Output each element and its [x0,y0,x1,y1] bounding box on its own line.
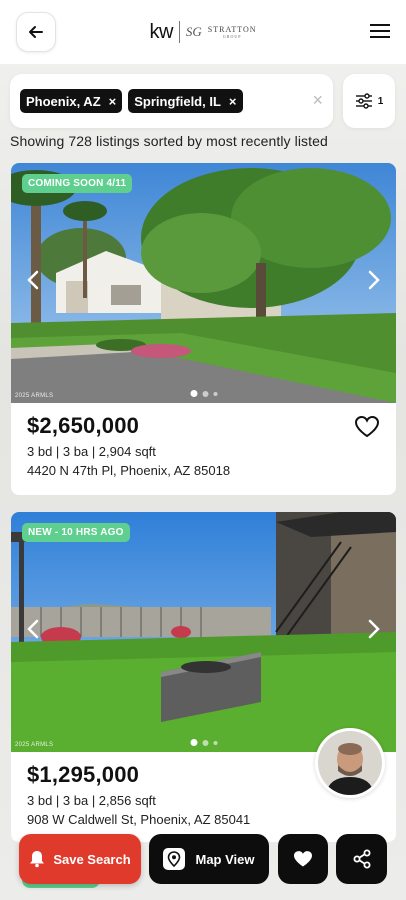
location-chip[interactable]: Springfield, IL × [128,89,243,113]
app-header: kw SG STRATTON GROUP [0,0,406,64]
hamburger-menu-icon [370,24,390,38]
clear-search-icon[interactable]: × [312,90,323,111]
favorites-button[interactable] [278,834,328,884]
listing-details: $2,650,000 3 bd | 3 ba | 2,904 sqft 4420… [11,403,396,488]
logo-kw: kw [149,20,173,43]
share-icon [353,849,370,869]
chevron-right-icon[interactable] [364,270,384,296]
save-search-button[interactable]: Save Search [19,834,141,884]
photo-watermark: 2025 ARMLS [15,742,54,748]
listing-photo[interactable]: NEW - 10 HRS AGO 2025 ARMLS [11,512,396,752]
logo-group: GROUP [222,33,242,39]
house-photo-image [11,512,396,752]
map-pin-icon [163,848,186,870]
house-photo-image [11,163,396,403]
agent-avatar[interactable] [315,728,385,798]
results-summary: Showing 728 listings sorted by most rece… [10,133,328,149]
brand-logo: kw SG STRATTON GROUP [149,21,256,44]
filter-sliders-icon [355,93,372,109]
pagination-dot [213,740,217,745]
chip-remove-icon[interactable]: × [229,94,237,109]
favorite-button[interactable] [354,415,380,444]
pagination-dot [190,390,197,397]
chip-label: Springfield, IL [134,93,221,109]
map-view-label: Map View [195,851,255,867]
photo-watermark: 2025 ARMLS [15,393,54,399]
logo-wordmark: STRATTON GROUP [207,24,257,39]
pagination-dot [190,739,197,746]
map-view-button[interactable]: Map View [149,834,269,884]
listing-specs: 3 bd | 3 ba | 2,904 sqft [27,444,156,459]
share-button[interactable] [336,834,387,884]
agent-photo-image [318,731,382,795]
chevron-left-icon[interactable] [23,270,43,296]
filter-button[interactable]: 1 [343,74,395,128]
logo-stratton: STRATTON [207,24,257,34]
menu-button[interactable] [368,20,392,42]
listing-status-badge: NEW - 10 HRS AGO [22,523,130,542]
listing-address: 908 W Caldwell St, Phoenix, AZ 85041 [27,812,251,827]
save-search-label: Save Search [53,851,131,867]
bell-icon [30,851,45,868]
photo-pagination-dots [190,390,217,397]
listing-price: $2,650,000 [27,413,140,438]
location-chip[interactable]: Phoenix, AZ × [20,89,123,113]
bottom-action-bar: Save Search Map View [0,830,406,900]
heart-filled-icon [294,851,312,867]
listing-address: 4420 N 47th Pl, Phoenix, AZ 85018 [27,463,231,478]
chip-label: Phoenix, AZ [26,93,101,109]
heart-outline-icon [354,415,380,438]
logo-divider [178,21,180,43]
back-arrow-icon [29,26,43,38]
listing-photo[interactable]: COMING SOON 4/11 2025 ARMLS [11,163,396,403]
photo-pagination-dots [190,739,217,746]
listing-status-badge: COMING SOON 4/11 [22,174,133,193]
filter-count-badge: 1 [377,95,384,107]
listing-card[interactable]: COMING SOON 4/11 2025 ARMLS $2,650,000 3… [11,163,396,495]
pagination-dot [202,390,208,397]
chip-remove-icon[interactable]: × [109,94,117,109]
pagination-dot [202,739,208,746]
logo-sg: SG [185,24,202,39]
chevron-right-icon[interactable] [364,619,384,645]
pagination-dot [213,391,217,396]
chevron-left-icon[interactable] [23,619,43,645]
back-button[interactable] [16,12,56,52]
location-search-box[interactable]: Phoenix, AZ × Springfield, IL × × [10,74,333,128]
listing-specs: 3 bd | 3 ba | 2,856 sqft [27,793,156,808]
